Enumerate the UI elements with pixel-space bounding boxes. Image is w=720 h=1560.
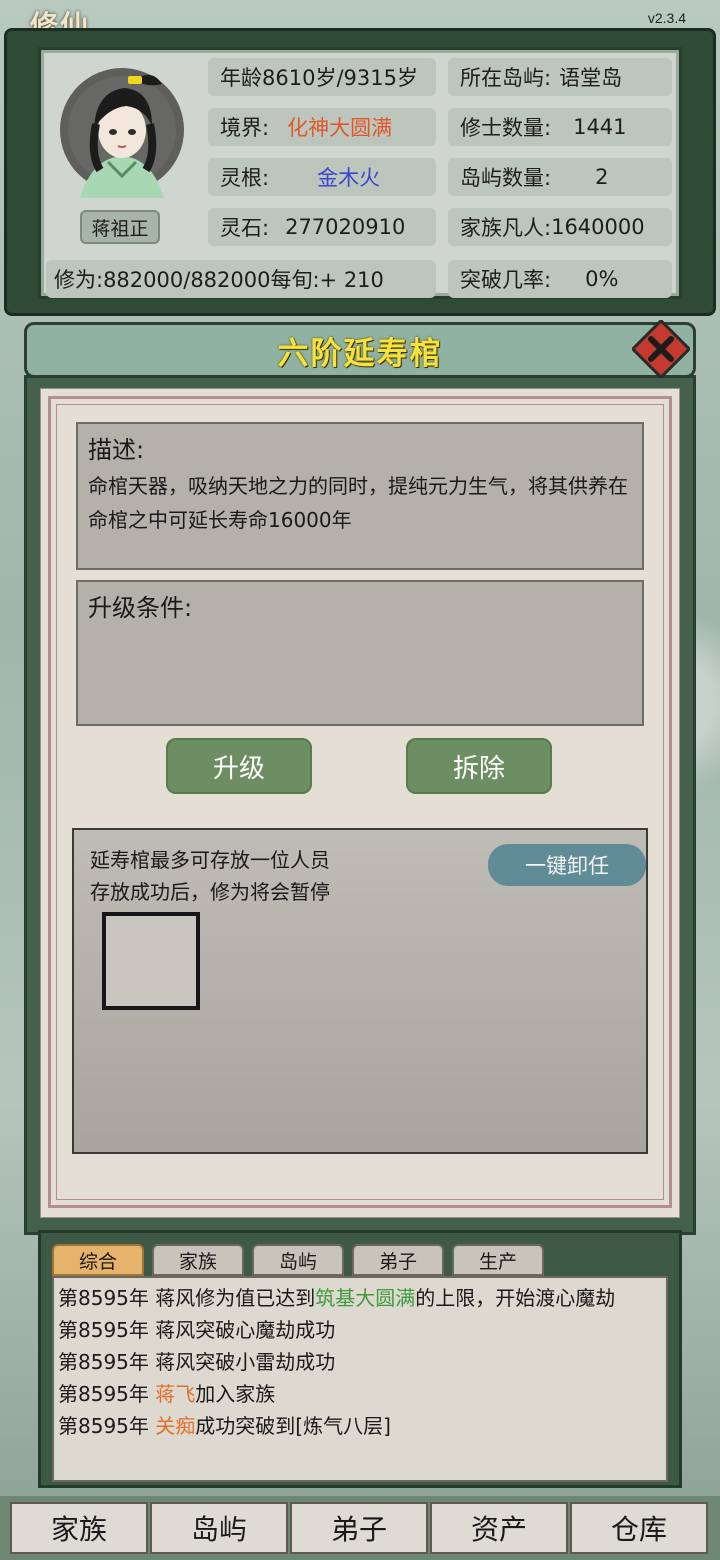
- log-list[interactable]: 第8595年 蒋风修为值已达到筑基大圆满的上限，开始渡心魔劫 第8595年 蒋风…: [52, 1276, 668, 1482]
- root-value: 金木火: [317, 166, 381, 190]
- stat-mortals: 家族凡人: 1640000: [448, 208, 672, 246]
- cultivation-text: 修为:882000/882000每旬:+ 210: [54, 268, 384, 292]
- realm-value: 化神大圆满: [287, 116, 393, 140]
- log-entry-text: 第8595年 蒋风突破小雷劫成功: [58, 1350, 336, 1374]
- log-tab-general[interactable]: 综合: [52, 1244, 144, 1276]
- version-label: v2.3.4: [647, 10, 686, 26]
- stat-age: 年龄 8610岁/9315岁: [208, 58, 436, 96]
- log-entry-text: 第8595年: [58, 1382, 156, 1406]
- nav-island[interactable]: 岛屿: [150, 1502, 288, 1554]
- stones-label: 灵石:: [220, 216, 270, 240]
- mortals-label: 家族凡人:: [460, 216, 552, 240]
- description-box: 描述: 命棺天器，吸纳天地之力的同时，提纯元力生气，将其供养在命棺之中可延长寿命…: [76, 422, 644, 570]
- unload-all-button[interactable]: 一键卸任: [488, 844, 646, 886]
- stat-breakthrough: 突破几率: 0%: [448, 260, 672, 298]
- requirements-box: 升级条件:: [76, 580, 644, 726]
- stat-islands-count: 岛屿数量: 2: [448, 158, 672, 196]
- dialog-title-bar: 六阶延寿棺: [24, 322, 696, 378]
- island-value: 语堂岛: [559, 66, 623, 90]
- dismantle-button[interactable]: 拆除: [406, 738, 552, 794]
- log-tab-island[interactable]: 岛屿: [252, 1244, 344, 1276]
- stat-stones: 灵石: 277020910: [208, 208, 436, 246]
- nav-family[interactable]: 家族: [10, 1502, 148, 1554]
- storage-slot[interactable]: [102, 912, 200, 1010]
- description-heading: 描述:: [88, 436, 145, 464]
- breakthrough-label: 突破几率:: [460, 268, 552, 292]
- stones-value: 277020910: [285, 215, 406, 239]
- cultivators-label: 修士数量:: [460, 116, 552, 140]
- stat-cultivators: 修士数量: 1441: [448, 108, 672, 146]
- nav-warehouse[interactable]: 仓库: [570, 1502, 708, 1554]
- log-entry: 第8595年 蒋风突破小雷劫成功: [58, 1346, 662, 1378]
- stat-island: 所在岛屿: 语堂岛: [448, 58, 672, 96]
- log-entry: 第8595年 蒋风突破心魔劫成功: [58, 1314, 662, 1346]
- log-entry-highlight: 蒋飞: [155, 1382, 196, 1406]
- portrait-avatar-icon: [60, 68, 184, 198]
- islands-count-label: 岛屿数量:: [460, 166, 552, 190]
- log-entry: 第8595年 蒋风修为值已达到筑基大圆满的上限，开始渡心魔劫: [58, 1282, 662, 1314]
- log-tab-family[interactable]: 家族: [152, 1244, 244, 1276]
- cultivators-value: 1441: [573, 115, 627, 139]
- root-label: 灵根:: [220, 166, 270, 190]
- log-entry-text: 第8595年 蒋风修为值已达到: [58, 1286, 316, 1310]
- dialog-title: 六阶延寿棺: [277, 335, 443, 372]
- breakthrough-value: 0%: [585, 267, 619, 291]
- stat-root: 灵根: 金木火: [208, 158, 436, 196]
- age-value: 8610岁/9315岁: [262, 66, 418, 90]
- log-entry: 第8595年 关痴成功突破到[炼气八层]: [58, 1410, 662, 1442]
- log-entry: 第8595年 蒋飞加入家族: [58, 1378, 662, 1410]
- island-label: 所在岛屿:: [460, 66, 552, 90]
- storage-info-line-2: 存放成功后，修为将会暂停: [90, 880, 330, 904]
- log-entry-text: 成功突破到[炼气八层]: [195, 1414, 391, 1438]
- log-entry-text: 第8595年: [58, 1414, 156, 1438]
- log-tab-production[interactable]: 生产: [452, 1244, 544, 1276]
- nav-disciples[interactable]: 弟子: [290, 1502, 428, 1554]
- storage-info-line-1: 延寿棺最多可存放一位人员: [90, 848, 330, 872]
- stat-realm: 境界: 化神大圆满: [208, 108, 436, 146]
- age-label: 年龄: [220, 66, 262, 90]
- log-tab-disciples[interactable]: 弟子: [352, 1244, 444, 1276]
- character-portrait[interactable]: [52, 58, 192, 198]
- requirements-heading: 升级条件:: [88, 594, 193, 622]
- log-entry-highlight: 筑基大圆满: [315, 1286, 416, 1310]
- realm-label: 境界:: [220, 116, 270, 140]
- nav-assets[interactable]: 资产: [430, 1502, 568, 1554]
- close-icon: [630, 318, 692, 380]
- close-button[interactable]: [630, 318, 692, 380]
- log-entry-text: 的上限，开始渡心魔劫: [415, 1286, 616, 1310]
- description-text: 命棺天器，吸纳天地之力的同时，提纯元力生气，将其供养在命棺之中可延长寿命1600…: [88, 474, 628, 532]
- upgrade-button[interactable]: 升级: [166, 738, 312, 794]
- log-entry-text: 第8595年 蒋风突破心魔劫成功: [58, 1318, 336, 1342]
- mortals-value: 1640000: [551, 215, 645, 239]
- character-name[interactable]: 蒋祖正: [80, 210, 160, 244]
- islands-count-value: 2: [595, 165, 609, 189]
- log-entry-text: 加入家族: [195, 1382, 276, 1406]
- log-entry-highlight: 关痴: [155, 1414, 196, 1438]
- stat-cultivation: 修为:882000/882000每旬:+ 210: [46, 260, 436, 298]
